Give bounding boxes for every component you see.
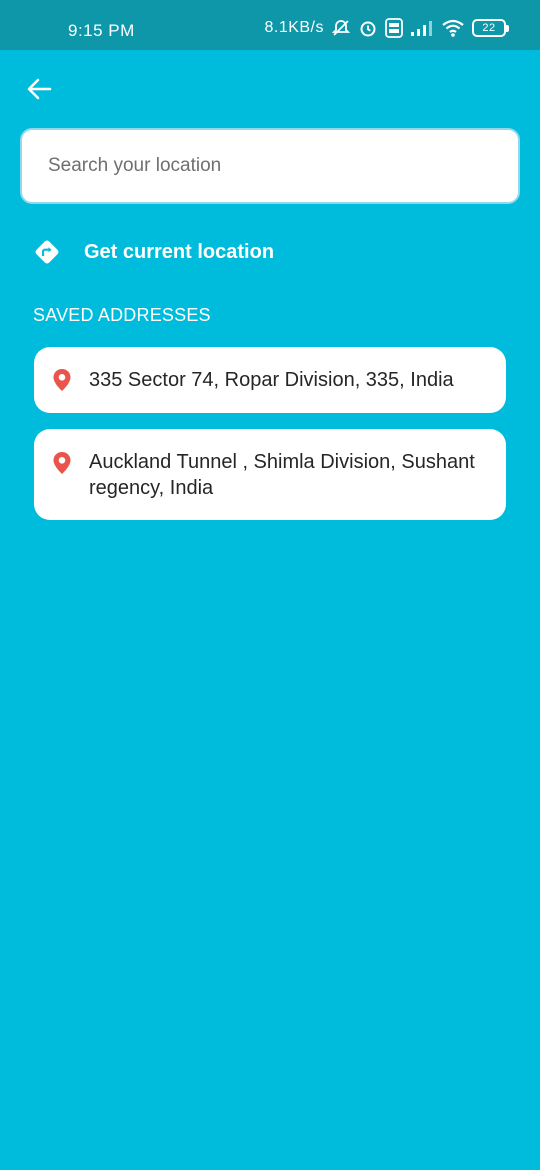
map-pin-icon [53, 369, 71, 391]
search-box [20, 128, 520, 204]
saved-address-item[interactable]: 335 Sector 74, Ropar Division, 335, Indi… [34, 347, 506, 413]
status-time: 9:15 PM [68, 21, 135, 40]
saved-address-text: 335 Sector 74, Ropar Division, 335, Indi… [89, 369, 454, 391]
back-button[interactable] [24, 74, 54, 104]
arrow-left-icon [27, 78, 52, 100]
status-bar: 9:15 PM 8.1KB/s 22 [0, 0, 540, 50]
battery-icon: 22 [472, 19, 509, 37]
status-icons: 8.1KB/s 22 [264, 18, 509, 38]
get-current-location-button[interactable]: Get current location [32, 234, 274, 270]
map-pin-icon [53, 452, 71, 474]
signal-icon [410, 20, 434, 36]
alarm-off-icon [331, 18, 351, 38]
search-input[interactable] [48, 130, 488, 202]
get-current-location-label: Get current location [84, 240, 275, 263]
directions-icon [35, 240, 59, 264]
saved-addresses-heading: SAVED ADDRESSES [33, 305, 211, 325]
alarm-icon [358, 18, 378, 38]
saved-address-item[interactable]: Auckland Tunnel , Shimla Division, Susha… [34, 429, 506, 520]
network-speed: 8.1KB/s [264, 19, 324, 36]
volte-icon [385, 18, 403, 38]
saved-address-text: Auckland Tunnel , Shimla Division, Susha… [89, 451, 475, 499]
wifi-icon [441, 19, 465, 37]
